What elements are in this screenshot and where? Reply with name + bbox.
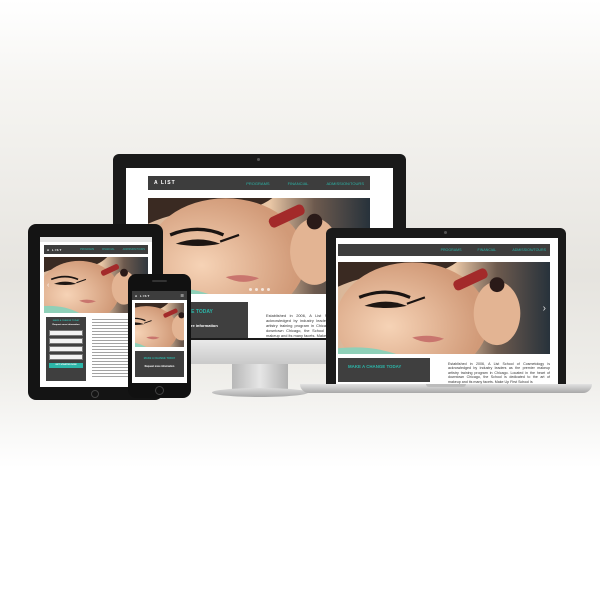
phone-promo-sub: Request more information [144, 365, 175, 368]
phone-hero-photo [135, 303, 184, 347]
laptop-hero-image: › [338, 262, 550, 354]
tablet-form-title: Request more information [52, 324, 80, 326]
tablet-nav-financial[interactable]: FINANCIAL [102, 248, 115, 251]
tablet-promo-headline: MAKE A CHANGE TODAY [52, 320, 80, 322]
nav-admission-tours[interactable]: ADMISSION/TOURS [327, 181, 365, 186]
laptop-nav-programs[interactable]: PROGRAMS [441, 248, 462, 252]
tablet-status-bar [40, 237, 152, 242]
phone-promo-box[interactable]: MAKE A CHANGE TODAY Request more informa… [135, 351, 184, 377]
laptop-navbar: PROGRAMS FINANCIAL ADMISSION/TOURS [338, 244, 550, 256]
laptop-hero-photo [338, 262, 550, 354]
chevron-right-icon[interactable]: › [543, 303, 546, 314]
nav-programs[interactable]: PROGRAMS [246, 181, 269, 186]
tablet-nav-admission-tours[interactable]: ADMISSION/TOURS [123, 248, 145, 251]
nav-financial[interactable]: FINANCIAL [288, 181, 309, 186]
tablet-name-field[interactable] [49, 330, 83, 336]
tablet-submit-button[interactable]: GET STARTED NOW [49, 363, 83, 368]
tablet-nav-links: PROGRAMS FINANCIAL ADMISSION/TOURS [80, 248, 145, 251]
chevron-left-icon[interactable]: ‹ [47, 282, 49, 289]
laptop-promo-headline: MAKE A CHANGE TODAY [348, 364, 402, 369]
tablet-program-field[interactable] [49, 354, 83, 360]
tablet-logo[interactable]: A LIST [47, 248, 62, 252]
menu-icon[interactable]: ☰ [180, 293, 184, 298]
phone-speaker [152, 280, 167, 282]
desktop-logo[interactable]: A LIST [154, 180, 176, 186]
laptop-notch [426, 384, 466, 387]
laptop-device: PROGRAMS FINANCIAL ADMISSION/TOURS › MAK… [326, 228, 566, 386]
laptop-screen: PROGRAMS FINANCIAL ADMISSION/TOURS › MAK… [336, 238, 558, 384]
phone-logo[interactable]: A LIST [135, 294, 150, 298]
phone-navbar: A LIST ☰ [132, 291, 187, 300]
tablet-navbar: A LIST PROGRAMS FINANCIAL ADMISSION/TOUR… [44, 245, 148, 254]
phone-promo-headline: MAKE A CHANGE TODAY [143, 357, 176, 360]
phone-hero-image [135, 303, 184, 347]
phone-device: A LIST ☰ MAKE A CHANGE TODAY Request mor… [128, 274, 191, 398]
phone-screen: A LIST ☰ MAKE A CHANGE TODAY Request mor… [132, 291, 187, 383]
tablet-home-button[interactable] [91, 390, 99, 398]
desktop-camera [257, 158, 260, 161]
desktop-navbar: A LIST PROGRAMS FINANCIAL ADMISSION/TOUR… [148, 176, 370, 190]
tablet-form-box: MAKE A CHANGE TODAY Request more informa… [46, 317, 86, 381]
tablet-email-field[interactable] [49, 338, 83, 344]
phone-home-button[interactable] [155, 386, 164, 395]
laptop-camera [444, 231, 447, 234]
laptop-nav-links: PROGRAMS FINANCIAL ADMISSION/TOURS [441, 248, 546, 252]
desktop-stand-neck [232, 364, 288, 390]
laptop-promo-box[interactable]: MAKE A CHANGE TODAY [338, 358, 430, 382]
laptop-nav-financial[interactable]: FINANCIAL [478, 248, 497, 252]
tablet-nav-programs[interactable]: PROGRAMS [80, 248, 94, 251]
desktop-nav-links: PROGRAMS FINANCIAL ADMISSION/TOURS [246, 181, 364, 186]
desktop-stand-base [212, 388, 308, 397]
laptop-nav-admission-tours[interactable]: ADMISSION/TOURS [512, 248, 546, 252]
tablet-phone-field[interactable] [49, 346, 83, 352]
laptop-intro-text: Established in 2006, A List School of Co… [448, 362, 550, 384]
